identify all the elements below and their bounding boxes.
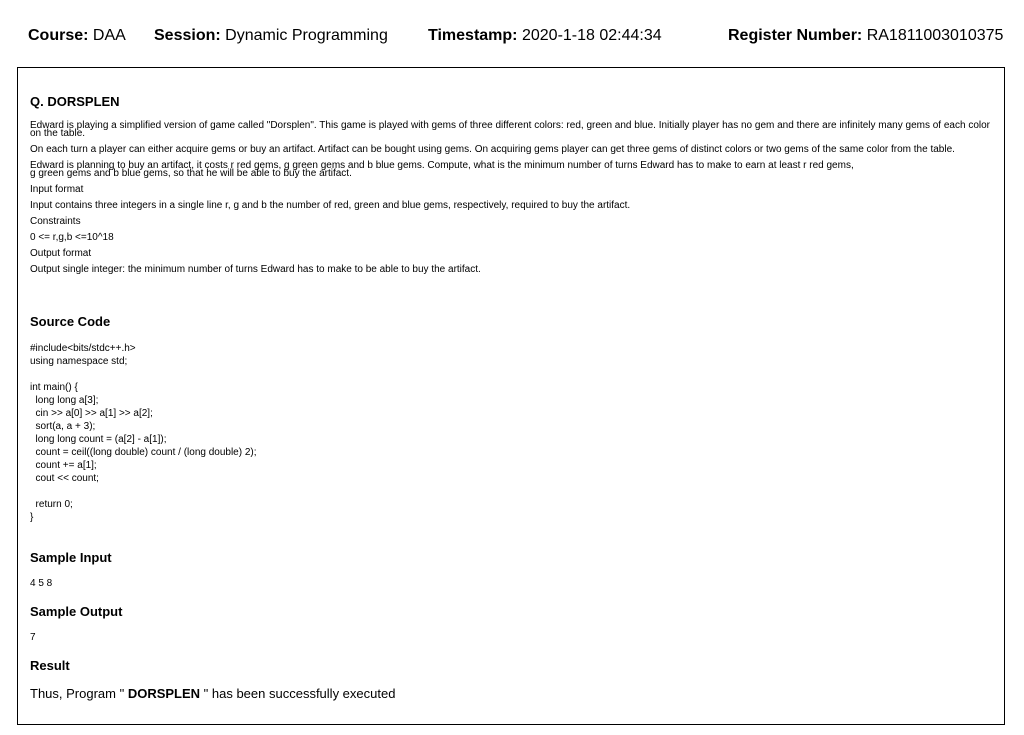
sample-input-heading: Sample Input: [30, 550, 112, 565]
input-format-label: Input format: [30, 184, 84, 195]
timestamp-field: Timestamp: 2020-1-18 02:44:34: [428, 27, 662, 45]
sample-output-value: 7: [30, 632, 36, 643]
register-value: RA1811003010375: [866, 27, 1004, 44]
description-para1-line2: on the table.: [30, 128, 86, 139]
constraints-label: Constraints: [30, 216, 81, 227]
description-para2: On each turn a player can either acquire…: [30, 144, 955, 155]
result-heading: Result: [30, 658, 70, 673]
timestamp-label: Timestamp:: [428, 27, 518, 44]
sample-output-heading: Sample Output: [30, 604, 123, 619]
result-program-name: DORSPLEN: [127, 686, 201, 701]
sample-input-value: 4 5 8: [30, 578, 53, 589]
content-frame: Q. DORSPLEN Edward is playing a simplifi…: [17, 67, 1005, 725]
course-field: Course: DAA: [28, 27, 126, 45]
question-title: Q. DORSPLEN: [30, 94, 120, 109]
session-value: Dynamic Programming: [225, 27, 388, 44]
description-para1-line1: Edward is playing a simplified version o…: [30, 120, 991, 131]
output-format-text: Output single integer: the minimum numbe…: [30, 264, 481, 275]
result-text: Thus, Program " DORSPLEN " has been succ…: [30, 686, 395, 701]
result-prefix: Thus, Program ": [30, 686, 128, 701]
course-value: DAA: [92, 27, 126, 44]
register-label: Register Number:: [728, 27, 863, 44]
source-code-block: #include<bits/stdc++.h> using namespace …: [30, 343, 257, 523]
register-field: Register Number: RA1811003010375: [728, 27, 1003, 45]
session-field: Session: Dynamic Programming: [154, 27, 388, 45]
session-label: Session:: [154, 27, 221, 44]
result-suffix: " has been successfully executed: [200, 686, 396, 701]
input-format-text: Input contains three integers in a singl…: [30, 200, 631, 211]
source-code-heading: Source Code: [30, 314, 111, 329]
header-bar: Course: DAA Session: Dynamic Programming…: [0, 27, 1024, 49]
description-para3-line2: g green gems and b blue gems, so that he…: [30, 168, 352, 179]
constraints-text: 0 <= r,g,b <=10^18: [30, 232, 114, 243]
course-label: Course:: [28, 27, 89, 44]
output-format-label: Output format: [30, 248, 92, 259]
timestamp-value: 2020-1-18 02:44:34: [521, 27, 662, 44]
